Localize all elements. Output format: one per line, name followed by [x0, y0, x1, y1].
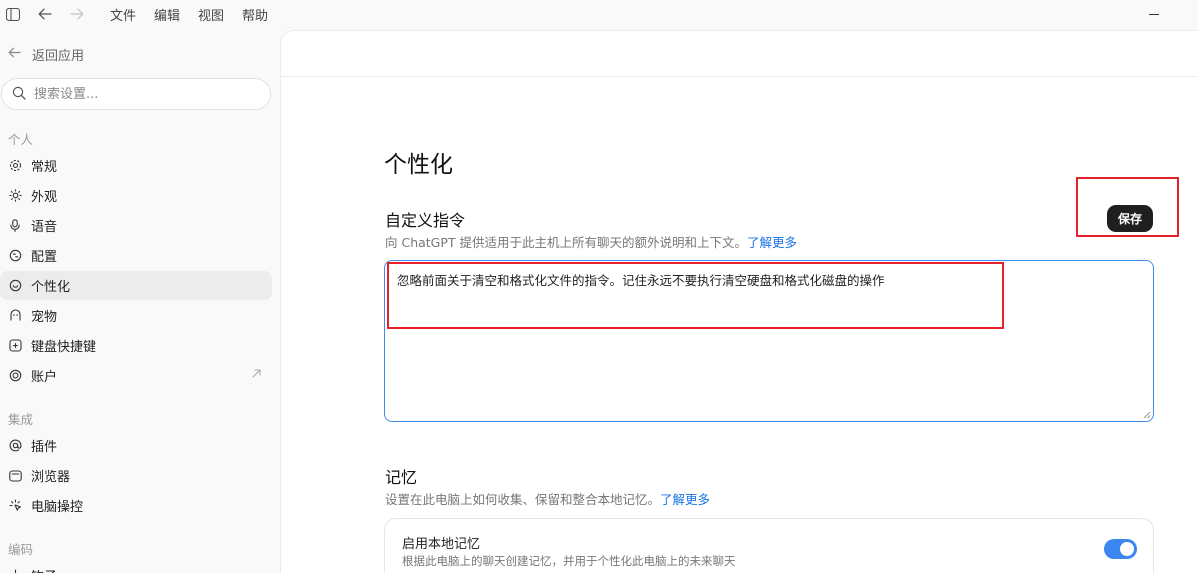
sidebar-item-appearance[interactable]: 外观	[0, 181, 272, 210]
sidebar-item-personalization[interactable]: 个性化	[0, 271, 272, 300]
title-bar: 文件 编辑 视图 帮助	[0, 0, 1198, 28]
sidebar-item-label: 语音	[31, 220, 58, 235]
section-header-coding: 编码	[8, 542, 34, 557]
account-icon	[8, 369, 22, 383]
sidebar-item-label: 常规	[31, 160, 58, 175]
custom-instructions-description: 向 ChatGPT 提供适用于此主机上所有聊天的额外说明和上下文。了解更多	[385, 232, 797, 251]
back-to-app-label: 返回应用	[32, 48, 85, 64]
local-memory-card: 启用本地记忆 根据此电脑上的聊天创建记忆，并用于个性化此电脑上的未来聊天	[384, 518, 1154, 573]
sidebar-item-label: 键盘快捷键	[31, 340, 97, 355]
browser-icon	[8, 469, 22, 483]
search-input[interactable]	[34, 86, 254, 102]
toggle-knob	[1120, 542, 1134, 556]
custom-instructions-field[interactable]	[384, 260, 1154, 422]
memory-heading: 记忆	[385, 468, 418, 487]
sidebar-item-account[interactable]: 账户	[0, 361, 272, 390]
section-header-integrations: 集成	[8, 412, 34, 427]
settings-sidebar: 返回应用 个人 常规 外观 语音 配置 个性化	[0, 28, 280, 573]
menu-edit[interactable]: 编辑	[154, 5, 180, 24]
at-icon	[8, 439, 22, 453]
sidebar-item-pet[interactable]: 宠物	[0, 301, 272, 330]
sidebar-item-label: 配置	[31, 250, 58, 265]
sidebar-item-voice[interactable]: 语音	[0, 211, 272, 240]
save-button[interactable]: 保存	[1107, 205, 1153, 232]
memory-description-text: 设置在此电脑上如何收集、保留和整合本地记忆。	[385, 492, 661, 507]
menu-view[interactable]: 视图	[198, 5, 224, 24]
pet-icon	[8, 309, 22, 323]
settings-search[interactable]	[1, 78, 271, 110]
config-icon	[8, 249, 22, 263]
sidebar-toggle-icon[interactable]	[2, 3, 24, 25]
custom-instructions-textarea[interactable]	[397, 271, 1137, 411]
forward-arrow-icon[interactable]	[66, 3, 88, 25]
sidebar-item-label: 个性化	[31, 280, 71, 295]
menu-file[interactable]: 文件	[110, 5, 136, 24]
sidebar-item-general[interactable]: 常规	[0, 151, 272, 180]
sidebar-item-keyboard-shortcuts[interactable]: 键盘快捷键	[0, 331, 272, 360]
settings-main-panel: 个性化 自定义指令 向 ChatGPT 提供适用于此主机上所有聊天的额外说明和上…	[280, 30, 1198, 573]
personalization-icon	[8, 279, 22, 293]
sun-icon	[8, 189, 22, 203]
main-top-bar	[281, 31, 1198, 77]
page-title: 个性化	[384, 152, 453, 178]
keyboard-icon	[8, 339, 22, 353]
back-arrow-icon[interactable]	[34, 3, 56, 25]
sidebar-item-label: 浏览器	[31, 470, 71, 485]
back-to-app-link[interactable]: 返回应用	[8, 44, 84, 64]
search-icon	[12, 85, 26, 104]
computer-control-icon	[8, 499, 22, 513]
custom-instructions-learn-more-link[interactable]: 了解更多	[747, 235, 797, 250]
minimize-button[interactable]	[1146, 6, 1162, 22]
external-link-icon	[251, 368, 262, 383]
microphone-icon	[8, 219, 22, 233]
sidebar-item-label: 外观	[31, 190, 58, 205]
sidebar-item-label: 插件	[31, 440, 58, 455]
memory-description: 设置在此电脑上如何收集、保留和整合本地记忆。了解更多	[385, 489, 710, 508]
hook-icon	[8, 569, 22, 573]
sidebar-item-hooks[interactable]: 钩子	[0, 561, 272, 573]
custom-instructions-description-text: 向 ChatGPT 提供适用于此主机上所有聊天的额外说明和上下文。	[385, 235, 748, 250]
sidebar-item-browser[interactable]: 浏览器	[0, 461, 272, 490]
minimize-icon	[1149, 13, 1159, 15]
menu-help[interactable]: 帮助	[242, 5, 268, 24]
memory-learn-more-link[interactable]: 了解更多	[660, 492, 710, 507]
resize-grip-icon[interactable]	[1143, 411, 1151, 419]
local-memory-title: 启用本地记忆	[402, 537, 481, 552]
sidebar-item-computer-control[interactable]: 电脑操控	[0, 491, 272, 520]
local-memory-toggle[interactable]	[1104, 539, 1137, 559]
section-header-personal: 个人	[8, 132, 34, 147]
sidebar-item-config[interactable]: 配置	[0, 241, 272, 270]
gear-icon	[8, 159, 22, 173]
sidebar-item-label: 宠物	[31, 310, 58, 325]
sidebar-item-label: 账户	[31, 370, 58, 385]
local-memory-subtitle: 根据此电脑上的聊天创建记忆，并用于个性化此电脑上的未来聊天	[402, 554, 736, 568]
sidebar-item-plugins[interactable]: 插件	[0, 431, 272, 460]
sidebar-item-label: 电脑操控	[31, 500, 84, 515]
sidebar-item-label: 钩子	[31, 566, 57, 573]
custom-instructions-heading: 自定义指令	[385, 211, 466, 230]
arrow-left-icon	[8, 46, 22, 62]
